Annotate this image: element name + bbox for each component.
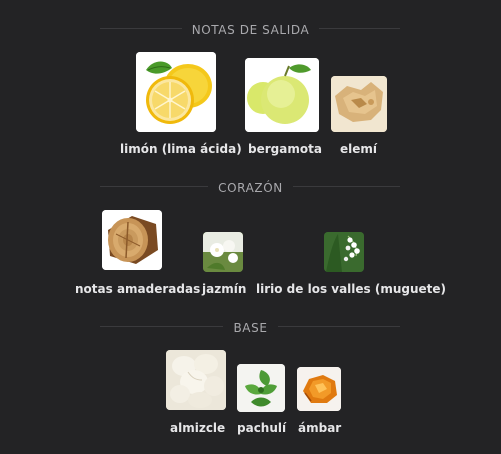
- section-title-heart-notes: CORAZÓN: [0, 177, 501, 198]
- wood-log-icon: [102, 210, 162, 270]
- note-label: almizcle: [170, 421, 226, 435]
- fragrance-notes-pyramid: NOTAS DE SALIDA limón (lima ácida) berga…: [0, 0, 501, 454]
- jasmine-icon: [203, 232, 243, 272]
- elemi-resin-icon: [331, 76, 387, 132]
- amber-icon: [297, 367, 341, 411]
- bergamot-icon: [245, 58, 319, 132]
- patchouli-icon: [237, 364, 285, 412]
- section-title-label: NOTAS DE SALIDA: [181, 20, 320, 40]
- note-label: elemí: [340, 142, 378, 156]
- section-title-base-notes: BASE: [0, 317, 501, 338]
- lily-of-the-valley-icon: [324, 232, 364, 272]
- section-title-label: BASE: [223, 318, 278, 338]
- section-title-top-notes: NOTAS DE SALIDA: [0, 19, 501, 40]
- note-label: lirio de los valles (muguete): [256, 282, 447, 296]
- note-label: bergamota: [248, 142, 322, 156]
- note-label: limón (lima ácida): [120, 142, 242, 156]
- note-label: notas amaderadas: [75, 282, 201, 296]
- note-label: ámbar: [298, 421, 342, 435]
- note-label: pachulí: [237, 421, 287, 435]
- section-title-label: CORAZÓN: [208, 178, 293, 198]
- lemon-icon: [136, 52, 216, 132]
- musk-icon: [166, 350, 226, 410]
- note-label: jazmín: [202, 282, 247, 296]
